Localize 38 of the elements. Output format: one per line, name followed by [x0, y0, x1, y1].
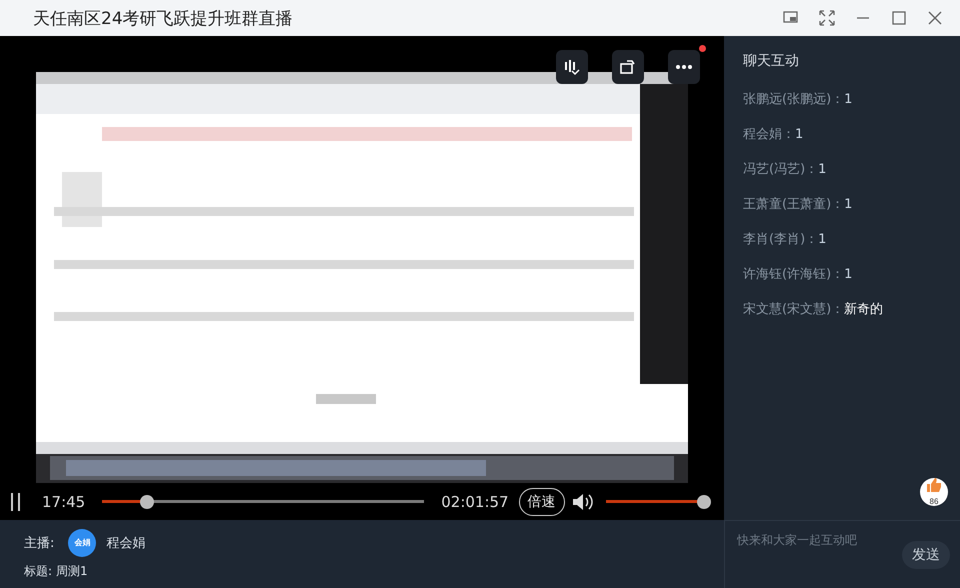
sender-name: 张鹏远(张鹏远)： — [743, 92, 844, 107]
message-text: 1 — [844, 197, 852, 212]
host-label: 主播: — [24, 534, 54, 552]
message-text: 1 — [818, 162, 826, 177]
window-title: 天任南区24考研飞跃提升班群直播 — [33, 8, 294, 30]
topic-value: 周测1 — [56, 562, 88, 580]
rotate-button[interactable] — [612, 50, 644, 84]
volume-icon[interactable] — [570, 492, 593, 512]
fullscreen-icon[interactable] — [818, 9, 836, 27]
chat-title: 聊天互动 — [743, 52, 800, 70]
host-avatar: 会娟 — [68, 528, 96, 556]
sender-name: 王萧童(王萧童)： — [743, 197, 844, 212]
topic-label: 标题: — [24, 562, 52, 580]
message-text: 1 — [818, 232, 826, 247]
maximize-icon[interactable] — [890, 9, 908, 27]
sender-name: 李肖(李肖)： — [743, 232, 818, 247]
thumbs-up-icon — [926, 478, 942, 492]
chat-input-field[interactable]: 快来和大家一起互动吧 — [737, 531, 896, 549]
message-text: 1 — [844, 92, 852, 107]
slider-thumb[interactable] — [140, 494, 154, 508]
sender-name: 程会娟： — [743, 127, 795, 142]
sender-name: 冯艺(冯艺)： — [743, 162, 818, 177]
more-button[interactable] — [668, 50, 700, 84]
close-icon[interactable] — [926, 9, 944, 27]
duration-time: 02:01:57 — [441, 492, 509, 510]
pause-button[interactable] — [10, 492, 22, 512]
sender-name: 宋文慧(宋文慧)： — [743, 302, 844, 317]
message-text: 1 — [844, 267, 852, 282]
waveform-icon[interactable] — [562, 57, 582, 77]
message-text: 新奇的 — [844, 302, 884, 317]
like-button[interactable]: 86 — [920, 478, 948, 506]
sender-name: 许海钰(许海钰)： — [743, 267, 844, 282]
send-button[interactable]: 发送 — [902, 541, 950, 569]
speed-button[interactable]: 倍速 — [518, 488, 565, 516]
slider-thumb[interactable] — [696, 494, 711, 508]
elapsed-time: 17:45 — [42, 492, 86, 510]
host-name: 程会娟 — [106, 534, 146, 552]
message-text: 1 — [795, 127, 804, 142]
